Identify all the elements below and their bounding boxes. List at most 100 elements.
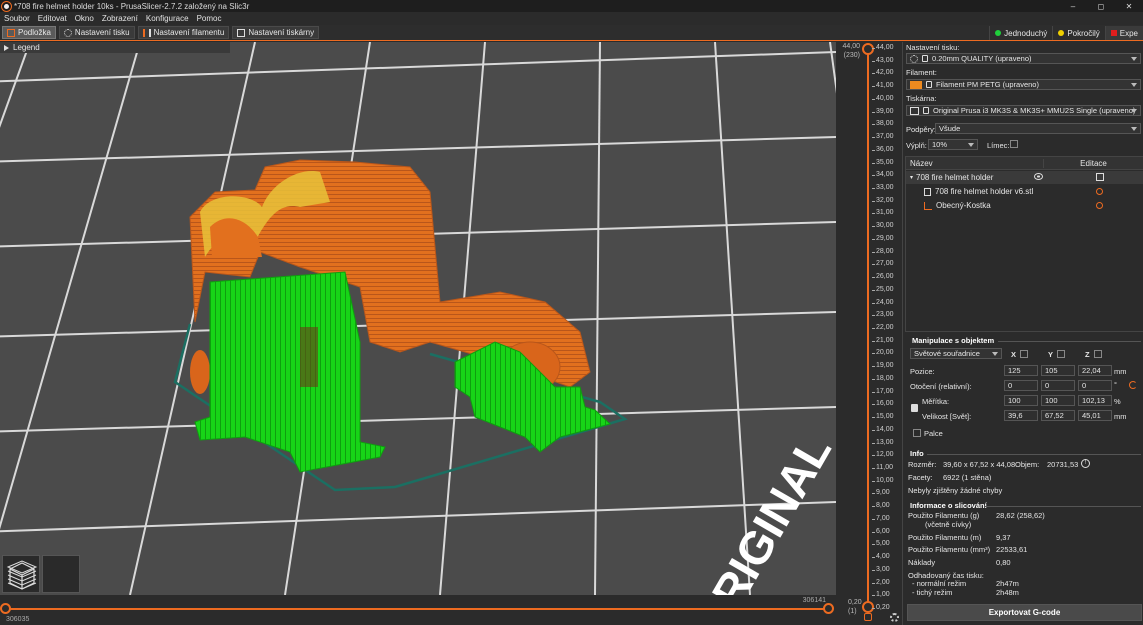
maximize-button[interactable]: ◻	[1087, 0, 1115, 12]
infill-combo[interactable]: 10%	[928, 139, 978, 150]
modifier-settings-icon[interactable]	[1096, 202, 1103, 209]
info-circle-icon[interactable]: !	[1081, 459, 1090, 468]
supports-combo[interactable]: Všude	[935, 123, 1141, 134]
mode-advanced-label: Pokročilý	[1067, 28, 1100, 38]
rotation-label: Otočení (relativní):	[910, 382, 972, 391]
layer-scale-tick: 19,00	[872, 362, 894, 370]
edit-settings-icon[interactable]	[1096, 173, 1104, 181]
cost-label: Náklady	[908, 558, 936, 567]
part-row[interactable]: 708 fire helmet holder v6.stl	[906, 185, 1143, 198]
lock-icon[interactable]	[864, 613, 872, 621]
view-layers-button[interactable]	[6, 555, 80, 593]
slider-lower-value: 306035	[6, 616, 30, 623]
infill-label: Výplň:	[906, 141, 927, 150]
print-profile-combo[interactable]: 0.20mm QUALITY (upraveno)	[906, 53, 1141, 64]
export-gcode-button[interactable]: Exportovat G-code	[907, 604, 1142, 621]
tab-print-settings[interactable]: Nastavení tisku	[58, 26, 135, 39]
inches-checkbox[interactable]	[913, 429, 921, 437]
lock-scale-icon[interactable]	[911, 404, 918, 412]
size-z-input[interactable]: 45,01	[1078, 410, 1112, 421]
mode-advanced-button[interactable]: Pokročilý	[1052, 26, 1105, 40]
window-controls: – ◻ ✕	[1059, 0, 1143, 12]
slider-upper-thumb[interactable]	[823, 603, 834, 614]
legend-toggle[interactable]: Legend	[0, 42, 230, 53]
menu-file[interactable]: Soubor	[4, 14, 30, 23]
mode-simple-button[interactable]: Jednoduchý	[989, 26, 1053, 40]
size-x-input[interactable]: 39,6	[1004, 410, 1038, 421]
tab-plater[interactable]: Podložka	[2, 26, 56, 39]
size-label: Velikost [Svět]:	[922, 412, 972, 421]
part-settings-icon[interactable]	[1096, 188, 1103, 195]
filament-g-sublabel: (včetně cívky)	[925, 520, 972, 529]
menu-window[interactable]: Okno	[75, 14, 94, 23]
filament-profile-value: Filament PM PETG (upraveno)	[936, 80, 1039, 89]
tab-filament-settings-label: Nastavení filamentu	[153, 28, 225, 37]
layer-slider[interactable]: 44,00 (230) 44,00 43,00 42,00 41,00 40,00 39,…	[836, 42, 902, 625]
rotation-y-input[interactable]: 0	[1041, 380, 1075, 391]
size-y-input[interactable]: 67,52	[1041, 410, 1075, 421]
tab-filament-settings[interactable]: Nastavení filamentu	[137, 26, 230, 39]
slider-lower-thumb[interactable]	[0, 603, 11, 614]
preview-3d-viewport[interactable]: ORIGINAL Legend	[0, 42, 836, 595]
axis-z-lock-checkbox[interactable]	[1094, 350, 1102, 358]
layer-scale-tick: 11,00	[872, 464, 893, 471]
filament-profile-combo[interactable]: Filament PM PETG (upraveno)	[906, 79, 1141, 90]
menu-edit[interactable]: Editovat	[38, 14, 67, 23]
horizontal-move-slider[interactable]: 306141 306035	[0, 595, 836, 625]
layer-scale-tick: 13,00	[872, 438, 894, 446]
collapse-arrow-icon: ▾	[910, 175, 914, 181]
layer-scale-tick: 21,00	[872, 336, 894, 344]
mode-selector: Jednoduchý Pokročilý Expe	[989, 26, 1143, 40]
menu-bar: Soubor Editovat Okno Zobrazení Konfigura…	[0, 12, 1143, 25]
printer-profile-combo[interactable]: Original Prusa i3 MK3S & MK3S+ MMU2S Sin…	[906, 105, 1141, 116]
menu-view[interactable]: Zobrazení	[102, 14, 138, 23]
reset-rotation-icon[interactable]	[1129, 381, 1137, 389]
filament-mm3-label: Použito Filamentu (mm³)	[908, 545, 991, 554]
scale-z-input[interactable]: 102,13	[1078, 395, 1112, 406]
close-button[interactable]: ✕	[1115, 0, 1143, 12]
layer-slider-track	[867, 50, 869, 610]
object-row[interactable]: ▾ 708 fire helmet holder	[906, 171, 1143, 184]
filament-color-swatch[interactable]	[910, 80, 922, 89]
modifier-row[interactable]: Obecný-Kostka	[906, 199, 1143, 212]
filament-mm3-value: 22533,61	[996, 545, 1028, 554]
rotation-x-input[interactable]: 0	[1004, 380, 1038, 391]
position-x-input[interactable]: 125	[1004, 365, 1038, 376]
layer-scale-tick: 10,00	[872, 476, 894, 484]
printer-icon	[910, 106, 919, 115]
scale-unit: %	[1114, 397, 1121, 406]
layer-upper-thumb[interactable]	[862, 43, 874, 55]
printer-label: Tiskárna:	[906, 94, 937, 103]
visibility-eye-icon[interactable]	[1034, 173, 1043, 180]
column-edit-header[interactable]: Editace	[1043, 158, 1143, 168]
layer-lower-thumb[interactable]	[862, 601, 874, 613]
mode-expert-button[interactable]: Expe	[1104, 26, 1143, 40]
axis-z-label: Z	[1085, 350, 1090, 359]
coordinate-system-combo[interactable]: Světové souřadnice	[910, 348, 1002, 359]
scale-y-input[interactable]: 100	[1041, 395, 1075, 406]
column-name-header[interactable]: Název	[906, 159, 1043, 168]
normal-mode-label: - normální režim	[912, 579, 967, 588]
minimize-button[interactable]: –	[1059, 0, 1087, 12]
menu-help[interactable]: Pomoc	[197, 14, 222, 23]
chevron-down-icon	[1131, 83, 1137, 87]
plater-icon	[7, 28, 15, 37]
modifier-name: Obecný-Kostka	[936, 201, 991, 210]
rotation-unit: °	[1114, 380, 1117, 389]
position-y-input[interactable]: 105	[1041, 365, 1075, 376]
filament-g-value: 28,62 (258,62)	[996, 511, 1045, 520]
title-bar: *708 fire helmet holder 10ks - PrusaSlic…	[0, 0, 1143, 12]
print-profile-value: 0.20mm QUALITY (upraveno)	[932, 54, 1032, 63]
brim-label: Límec:	[987, 141, 1010, 150]
axis-x-lock-checkbox[interactable]	[1020, 350, 1028, 358]
layer-scale-tick: 37,00	[872, 133, 894, 141]
rotation-z-input[interactable]: 0	[1078, 380, 1112, 391]
tab-printer-settings[interactable]: Nastavení tiskárny	[232, 26, 320, 39]
gear-icon[interactable]	[890, 613, 899, 622]
position-z-input[interactable]: 22,04	[1078, 365, 1112, 376]
scale-x-input[interactable]: 100	[1004, 395, 1038, 406]
brim-checkbox[interactable]	[1010, 140, 1018, 148]
menu-configuration[interactable]: Konfigurace	[146, 14, 189, 23]
filament-label: Filament:	[906, 68, 937, 77]
axis-y-lock-checkbox[interactable]	[1057, 350, 1065, 358]
